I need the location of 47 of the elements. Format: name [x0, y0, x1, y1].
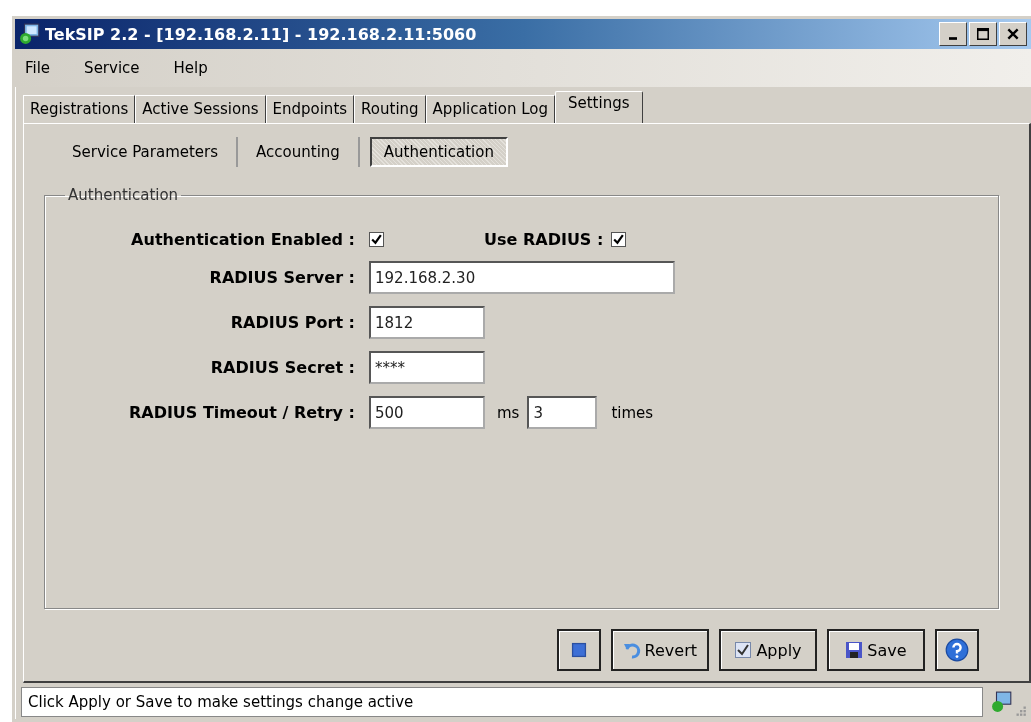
minimize-button[interactable]	[939, 22, 967, 46]
stop-button[interactable]	[556, 629, 601, 671]
menu-item[interactable]: Help	[173, 59, 208, 77]
field-label: RADIUS Server :	[208, 268, 355, 287]
input-field[interactable]: 3	[527, 396, 598, 429]
field-label: Use RADIUS :	[484, 230, 604, 249]
input-field[interactable]: 192.168.2.30	[369, 261, 675, 294]
close-button[interactable]	[999, 22, 1027, 46]
group-title: Authentication	[67, 186, 180, 204]
window-title: TekSIP 2.2 - [192.168.2.11] - 192.168.2.11:5060	[45, 24, 478, 44]
close-icon	[1006, 27, 1020, 41]
unit-label: times	[611, 403, 654, 422]
sub-tab[interactable]: Service Parameters	[54, 137, 239, 167]
field-label: RADIUS Secret :	[209, 358, 355, 377]
revert-button[interactable]: Revert	[610, 629, 709, 671]
tab[interactable]: Registrations	[23, 95, 136, 123]
stop-icon	[569, 641, 588, 659]
checkbox[interactable]	[611, 232, 627, 247]
menu-item[interactable]: File	[25, 59, 51, 77]
tab[interactable]: Routing	[354, 95, 426, 123]
status-bar: Click Apply or Save to make settings change active	[21, 687, 983, 717]
checkbox-icon	[734, 641, 753, 659]
undo-icon	[622, 641, 641, 659]
field-label: RADIUS Port :	[229, 313, 355, 332]
computer-phone-icon	[19, 23, 41, 45]
maximize-icon	[976, 27, 990, 41]
sub-tab[interactable]: Authentication	[369, 137, 508, 167]
sub-tab[interactable]: Accounting	[238, 137, 360, 167]
tab[interactable]: Endpoints	[265, 95, 355, 123]
checkbox[interactable]	[369, 232, 384, 247]
tab[interactable]: Application Log	[425, 95, 555, 123]
save-button[interactable]: Save	[827, 629, 925, 671]
apply-button[interactable]: Apply	[719, 629, 817, 671]
help-icon	[945, 638, 969, 662]
input-field[interactable]: ****	[369, 351, 485, 384]
computer-phone-icon	[991, 691, 1013, 713]
field-label: RADIUS Timeout / Retry :	[127, 403, 355, 422]
menu-item[interactable]: Service	[84, 59, 140, 77]
help-button[interactable]	[935, 629, 979, 671]
input-field[interactable]: 1812	[369, 306, 485, 339]
input-field[interactable]: 500	[369, 396, 485, 429]
tab[interactable]: Settings	[554, 91, 643, 123]
tab[interactable]: Active Sessions	[135, 95, 266, 123]
unit-label: ms	[497, 403, 520, 422]
minimize-icon	[949, 37, 957, 40]
maximize-button[interactable]	[969, 22, 997, 46]
field-label: Authentication Enabled :	[130, 230, 355, 249]
